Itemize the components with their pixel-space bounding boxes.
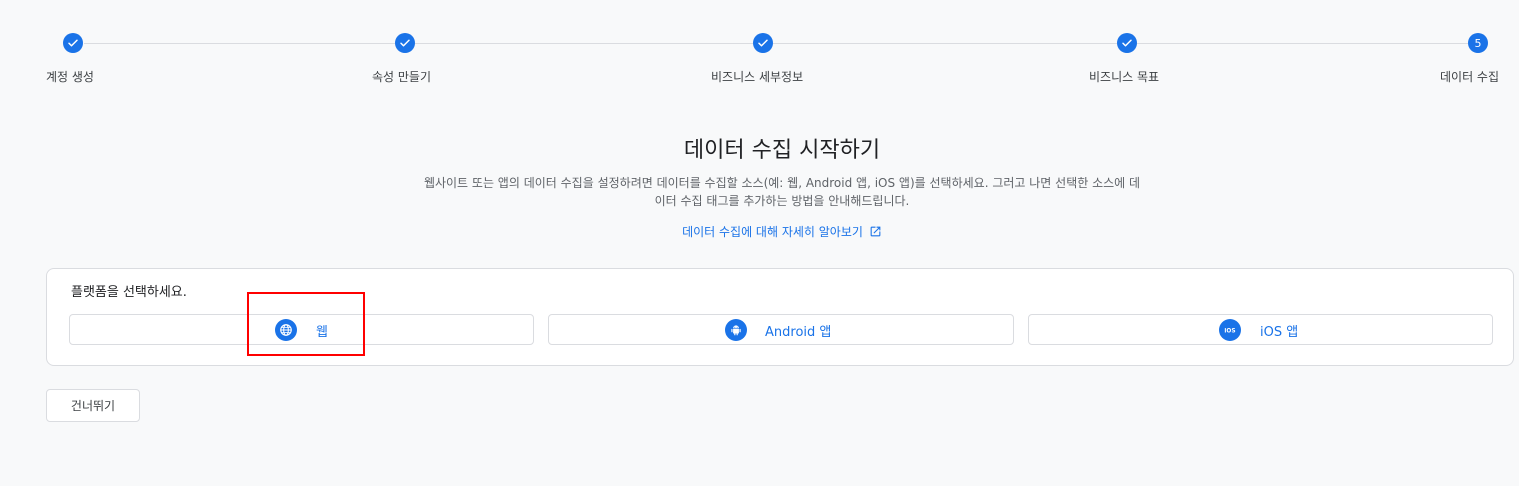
page-title: 데이터 수집 시작하기 (683, 138, 881, 163)
step-label-business-goals: 비즈니스 목표 (1089, 70, 1160, 84)
skip-button[interactable]: 건너뛰기 (46, 389, 140, 422)
platform-prompt: 플랫폼을 선택하세요. (71, 285, 187, 300)
stepper-line (773, 43, 1117, 44)
platform-selection-card: 플랫폼을 선택하세요. 웹 Android 앱 iOS iOS 앱 (46, 268, 1514, 366)
step-label-property: 속성 만들기 (372, 70, 432, 84)
platform-android-button[interactable]: Android 앱 (548, 314, 1014, 345)
step-2-check-icon (395, 33, 415, 53)
platform-android-label: Android 앱 (765, 325, 832, 340)
step-3-check-icon (753, 33, 773, 53)
learn-more-link[interactable]: 데이터 수집에 대해 자세히 알아보기 (0, 223, 1519, 240)
step-label-business-details: 비즈니스 세부정보 (711, 70, 804, 84)
platform-ios-label: iOS 앱 (1260, 325, 1299, 340)
open-in-new-icon (870, 226, 881, 237)
setup-stepper: 5 계정 생성 속성 만들기 비즈니스 세부정보 비즈니스 목표 데이터 수집 (0, 0, 1519, 100)
stepper-line (1137, 43, 1468, 44)
platform-web-button[interactable]: 웹 (69, 314, 534, 345)
step-label-account: 계정 생성 (46, 70, 94, 84)
svg-text:iOS: iOS (1224, 328, 1235, 334)
platform-ios-button[interactable]: iOS iOS 앱 (1028, 314, 1493, 345)
stepper-line (84, 43, 395, 44)
step-5-number: 5 (1468, 33, 1488, 53)
stepper-line (415, 43, 753, 44)
step-1-check-icon (63, 33, 83, 53)
step-4-check-icon (1117, 33, 1137, 53)
platform-web-label: 웹 (316, 325, 328, 340)
intro-description: 웹사이트 또는 앱의 데이터 수집을 설정하려면 데이터를 수집할 소스(예: … (423, 176, 1141, 208)
step-label-data-collection: 데이터 수집 (1440, 70, 1500, 84)
learn-more-label: 데이터 수집에 대해 자세히 알아보기 (682, 225, 863, 239)
globe-icon (275, 319, 297, 341)
android-icon (725, 319, 747, 341)
ios-icon: iOS (1219, 319, 1241, 341)
